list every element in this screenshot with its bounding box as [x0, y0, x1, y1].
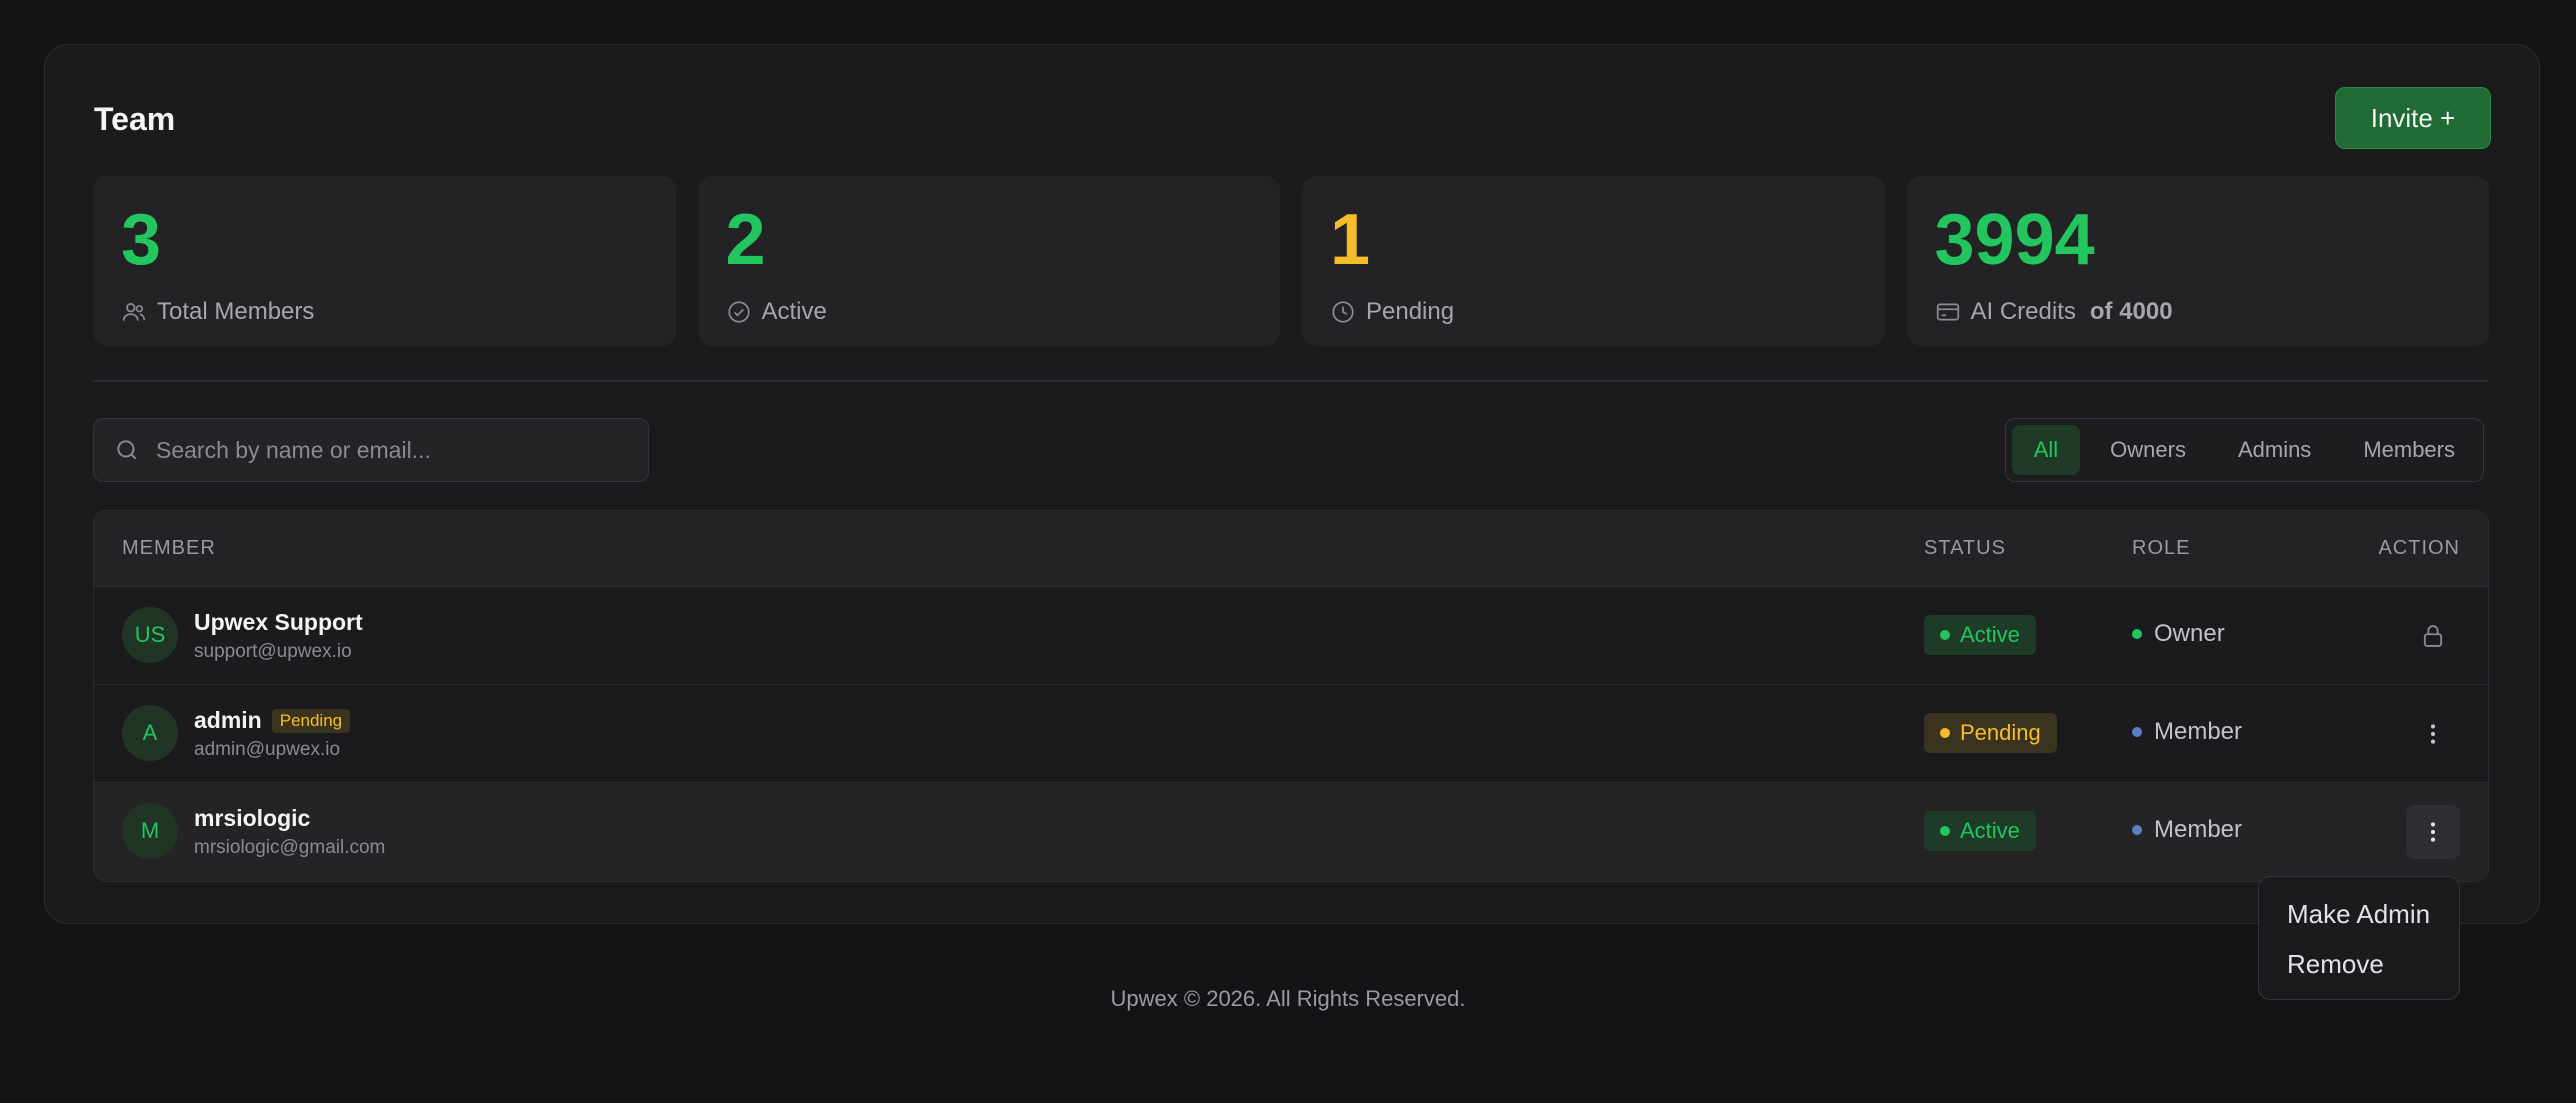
check-circle-icon: [727, 301, 750, 323]
table-row: A admin Pending admin@upwex.io Pending Me…: [94, 685, 2488, 783]
menu-item-remove[interactable]: Remove: [2259, 939, 2459, 989]
column-status: STATUS: [1924, 537, 2006, 559]
status-text: Pending: [1960, 720, 2041, 745]
row-action-button: [2406, 609, 2460, 663]
member-email: support@upwex.io: [194, 641, 352, 662]
stat-value: 2: [725, 200, 766, 280]
filter-tab-owners[interactable]: Owners: [2088, 425, 2208, 475]
filter-tab-all[interactable]: All: [2011, 425, 2081, 475]
invite-button[interactable]: Invite +: [2335, 87, 2491, 149]
role-text: Owner: [2154, 620, 2225, 647]
credit-card-icon: [1936, 303, 1959, 321]
status-dot: [1940, 630, 1950, 640]
stat-value: 3994: [1934, 200, 2095, 280]
stat-suffix: of 4000: [2089, 298, 2173, 325]
stat-label: Total Members: [157, 298, 315, 325]
table-row: M mrsiologic mrsiologic@gmail.com Active…: [94, 783, 2488, 881]
divider: [93, 380, 2489, 382]
role-label: Member: [2132, 816, 2242, 844]
status-dot: [1940, 728, 1950, 738]
column-action: ACTION: [2378, 537, 2460, 559]
column-role: ROLE: [2132, 537, 2191, 559]
row-action-button[interactable]: [2406, 805, 2460, 859]
pending-tag: Pending: [271, 708, 351, 733]
stat-value: 3: [121, 200, 162, 280]
more-vertical-icon: [2430, 822, 2436, 842]
stat-label: Active: [761, 298, 827, 325]
status-text: Active: [1960, 622, 2020, 647]
search-input[interactable]: [156, 436, 616, 464]
stat-label: AI Credits: [1970, 298, 2076, 325]
table-header: MEMBER STATUS ROLE ACTION: [94, 511, 2488, 587]
table-row: US Upwex Support support@upwex.io Active…: [94, 587, 2488, 685]
member-email: mrsiologic@gmail.com: [194, 837, 386, 858]
members-table: MEMBER STATUS ROLE ACTION US Upwex Suppo…: [93, 510, 2489, 882]
role-text: Member: [2154, 718, 2243, 745]
role-dot: [2132, 727, 2142, 737]
stats-row: 3 Total Members 2 Active 1 Pending 3994 …: [93, 176, 2489, 346]
clock-icon: [1332, 301, 1354, 323]
search-icon: [117, 440, 137, 460]
avatar: A: [122, 705, 178, 761]
filter-tab-members[interactable]: Members: [2341, 425, 2477, 475]
status-badge: Active: [1924, 811, 2036, 851]
stat-total-members: 3 Total Members: [93, 176, 676, 346]
search-box[interactable]: [93, 418, 649, 482]
row-action-button[interactable]: [2406, 707, 2460, 761]
role-dot: [2132, 825, 2142, 835]
menu-item-make-admin[interactable]: Make Admin: [2259, 889, 2459, 939]
role-dot: [2132, 629, 2142, 639]
role-text: Member: [2154, 816, 2243, 843]
stat-ai-credits: 3994 AI Credits of 4000: [1906, 176, 2489, 346]
row-action-menu: Make Admin Remove: [2258, 876, 2460, 1000]
role-label: Member: [2132, 718, 2242, 746]
avatar: M: [122, 803, 178, 859]
avatar: US: [122, 607, 178, 663]
more-vertical-icon: [2430, 724, 2436, 744]
users-icon: [122, 303, 146, 321]
column-member: MEMBER: [122, 537, 216, 559]
role-filter-tabs: All Owners Admins Members: [2004, 418, 2484, 482]
status-badge: Active: [1924, 615, 2036, 655]
filter-tab-admins[interactable]: Admins: [2216, 425, 2333, 475]
member-name: mrsiologic: [194, 805, 311, 831]
role-label: Owner: [2132, 620, 2225, 648]
stat-label: Pending: [1366, 298, 1455, 325]
member-name: admin: [194, 707, 262, 733]
status-badge: Pending: [1924, 713, 2057, 753]
status-text: Active: [1960, 818, 2020, 843]
stat-value: 1: [1330, 200, 1371, 280]
member-name: Upwex Support: [194, 609, 363, 635]
stat-pending: 1 Pending: [1302, 176, 1885, 346]
status-dot: [1940, 826, 1950, 836]
lock-icon: [2423, 625, 2443, 647]
footer-copyright: Upwex © 2026. All Rights Reserved.: [1110, 986, 1466, 1011]
member-email: admin@upwex.io: [194, 739, 341, 760]
page-title: Team: [94, 101, 176, 137]
stat-active: 2 Active: [697, 176, 1280, 346]
